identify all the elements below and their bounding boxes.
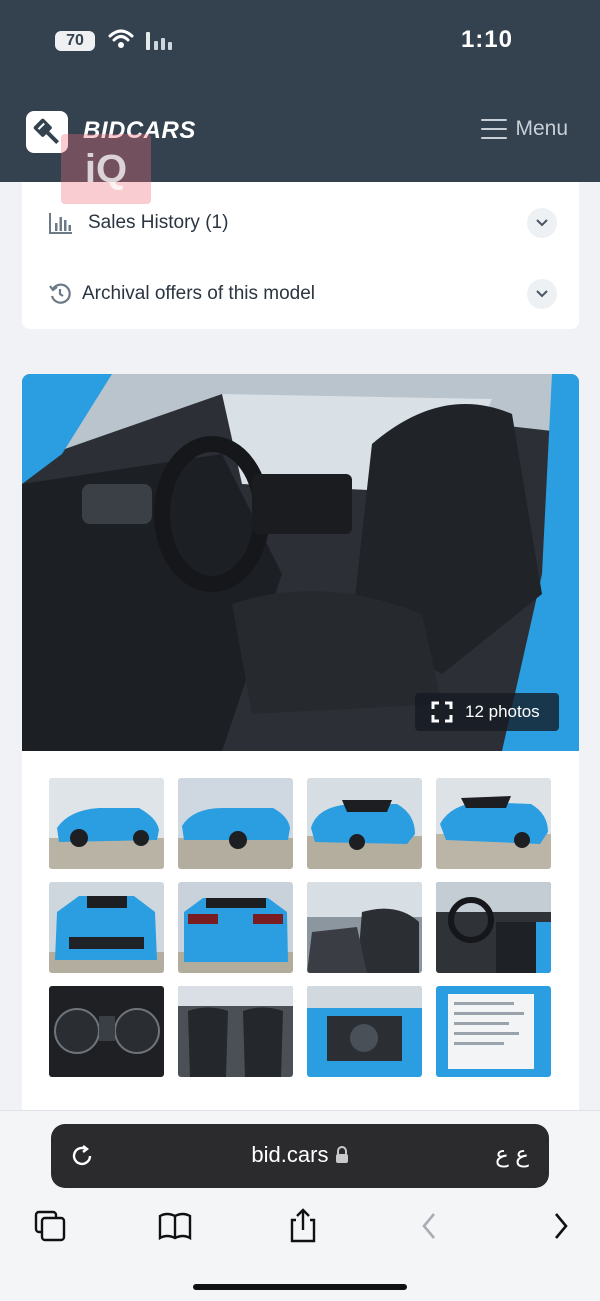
back-icon[interactable] <box>410 1206 450 1246</box>
home-indicator <box>193 1284 407 1290</box>
thumbnail-12[interactable] <box>436 986 551 1077</box>
thumbnail-2[interactable] <box>178 778 293 869</box>
thumbnail-1[interactable] <box>49 778 164 869</box>
main-car-photo[interactable]: 12 photos <box>22 374 579 751</box>
thumbnail-6[interactable] <box>178 882 293 973</box>
thumbnail-8[interactable] <box>436 882 551 973</box>
url-text[interactable]: bid.cars <box>51 1142 549 1168</box>
thumbnail-3[interactable] <box>307 778 422 869</box>
menu-button[interactable]: Menu <box>481 117 568 141</box>
menu-label: Menu <box>515 117 568 140</box>
hamburger-icon <box>481 119 508 139</box>
status-time: 1:10 <box>460 26 513 53</box>
address-bar[interactable]: bid.cars ع ع <box>51 1124 549 1188</box>
thumbnail-11[interactable] <box>307 986 422 1077</box>
forward-icon[interactable] <box>540 1206 580 1246</box>
bar-chart-icon <box>49 213 72 234</box>
history-icon <box>49 283 71 304</box>
watermark-logo: iQ <box>61 134 151 204</box>
status-bar: 70 1:10 <box>0 26 600 58</box>
chevron-down-icon[interactable] <box>527 279 557 309</box>
browser-toolbar: bid.cars ع ع <box>0 1110 600 1301</box>
accordion-sales-history[interactable]: Sales History (1) <box>22 198 579 248</box>
share-icon[interactable] <box>283 1206 323 1246</box>
photos-count-label: 12 photos <box>465 702 540 721</box>
photo-gallery: 12 photos <box>22 374 579 1111</box>
photos-count-button[interactable]: 12 photos <box>415 693 559 731</box>
wifi-icon <box>108 29 134 48</box>
text-size-button[interactable]: ع ع <box>495 1141 529 1168</box>
accordion-archival-offers[interactable]: Archival offers of this model <box>22 269 579 319</box>
lock-icon <box>335 1146 348 1163</box>
thumbnail-9[interactable] <box>49 986 164 1077</box>
accordion-label: Sales History (1) <box>88 212 229 233</box>
battery-indicator: 70 <box>55 31 95 51</box>
thumbnail-5[interactable] <box>49 882 164 973</box>
tabs-icon[interactable] <box>30 1206 70 1246</box>
cellular-signal-icon <box>146 32 176 50</box>
thumbnail-10[interactable] <box>178 986 293 1077</box>
thumbnail-4[interactable] <box>436 778 551 869</box>
bookmarks-icon[interactable] <box>155 1206 195 1246</box>
accordion-label: Archival offers of this model <box>82 283 316 304</box>
chevron-down-icon[interactable] <box>527 208 557 238</box>
thumbnail-7[interactable] <box>307 882 422 973</box>
fullscreen-icon <box>431 701 453 723</box>
details-accordion: Sales History (1) Archival offers of thi… <box>22 182 579 329</box>
